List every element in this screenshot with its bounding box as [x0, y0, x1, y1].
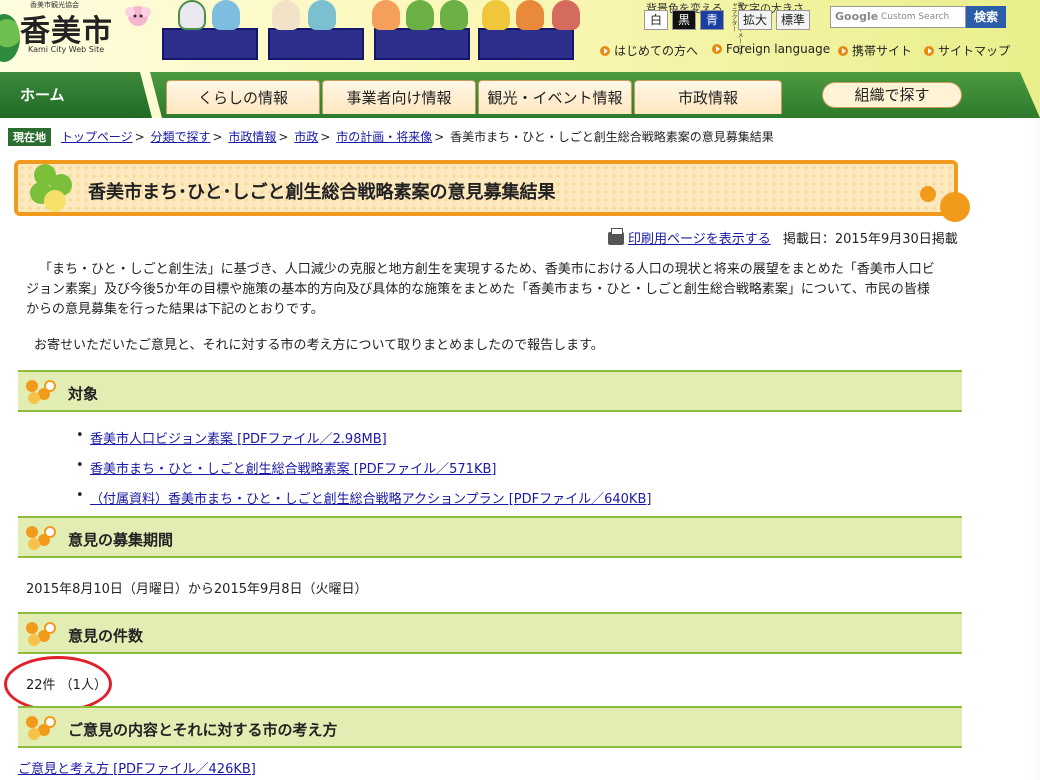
section-header-target: 対象 — [18, 370, 962, 412]
nav-tab-business[interactable]: 事業者向け情報 — [322, 80, 476, 114]
intro-paragraph: 「まち・ひと・しごと創生法」に基づき、人口減少の克服と地方創生を実現するため、香… — [26, 262, 935, 317]
printer-icon — [608, 228, 624, 245]
bg-white-button[interactable]: 白 — [644, 10, 668, 30]
mascot-character-icon — [272, 0, 300, 30]
section-header-period: 意見の募集期間 — [18, 516, 962, 558]
arrow-circle-icon — [600, 46, 610, 56]
arrow-circle-icon — [924, 46, 934, 56]
print-page-link[interactable]: 印刷用ページを表示する — [628, 232, 771, 247]
page-title: 香美市まち･ひと･しごと創生総合戦略素案の意見募集結果 — [88, 182, 556, 203]
section-title: 意見の件数 — [68, 627, 144, 645]
breadcrumb-label: 現在地 — [8, 128, 51, 146]
logo-mark-icon — [0, 14, 20, 62]
posted-date: 掲載日：2015年9月30日掲載 — [782, 232, 958, 247]
bg-blue-button[interactable]: 青 — [700, 10, 724, 30]
mascot-panel — [268, 28, 364, 60]
mascot-character-icon — [552, 0, 580, 30]
mascot-panel — [374, 28, 470, 60]
pdf-link-strategy-draft[interactable]: 香美市まち・ひと・しごと創生総合戦略素案 [PDFファイル／571KB] — [76, 458, 497, 477]
logo-text: 香美市 — [20, 14, 113, 49]
sitemap-link[interactable]: サイトマップ — [924, 42, 1010, 59]
asterisk-flower-icon — [24, 622, 58, 648]
logo-subtitle: Kami City Web Site — [28, 45, 105, 54]
page: 香美市観光協会 香美市 Kami City Web Site 香 のイメージキャ… — [0, 0, 1040, 780]
mascot-panel — [162, 28, 258, 60]
nav-tab-living[interactable]: くらしの情報 — [166, 80, 320, 114]
first-visit-link[interactable]: はじめての方へ — [600, 42, 698, 59]
title-decoration-dot — [940, 192, 970, 222]
breadcrumb-link-city-info[interactable]: 市政情報 — [228, 130, 276, 144]
breadcrumb-link-city-admin[interactable]: 市政 — [294, 130, 318, 144]
page-meta: 印刷用ページを表示する 掲載日：2015年9月30日掲載 — [608, 228, 968, 247]
pdf-link-opinions[interactable]: ご意見と考え方 [PDFファイル／426KB] — [18, 758, 256, 777]
text-standard-button[interactable]: 標準 — [776, 10, 810, 30]
mascot-character-icon — [516, 0, 544, 30]
search-button[interactable]: 検索 — [966, 6, 1006, 28]
nav-tab-tourism[interactable]: 観光・イベント情報 — [478, 80, 632, 114]
mascot-character-icon — [406, 0, 434, 30]
pdf-link-population-vision[interactable]: 香美市人口ビジョン素案 [PDFファイル／2.98MB] — [76, 428, 387, 447]
nav-tab-city-admin[interactable]: 市政情報 — [634, 80, 782, 114]
page-title-band: 香美市まち･ひと･しごと創生総合戦略素案の意見募集結果 — [14, 160, 958, 216]
breadcrumb: 現在地 トップページ > 分類で探す > 市政情報 > 市政 > 市の計画・将来像 > 香… — [8, 128, 1008, 146]
mascot-character-icon — [212, 0, 240, 30]
breadcrumb-link-top[interactable]: トップページ — [61, 130, 133, 144]
foreign-language-link[interactable]: Foreign language — [712, 42, 830, 56]
breadcrumb-current: 香美市まち・ひと・しごと創生総合戦略素案の意見募集結果 — [450, 130, 774, 144]
report-paragraph: お寄せいただいたご意見と、それに対する市の考え方について取りまとめましたので報告… — [34, 338, 604, 353]
arrow-circle-icon — [712, 44, 722, 54]
page-edge — [1024, 118, 1040, 780]
nav-home-tab[interactable]: ホーム — [0, 72, 152, 118]
breadcrumb-link-plans[interactable]: 市の計画・将来像 — [336, 130, 432, 144]
mascot-character-icon — [372, 0, 400, 30]
text-enlarge-button[interactable]: 拡大 — [738, 10, 772, 30]
title-decoration-dot — [920, 186, 936, 202]
section-title: 対象 — [68, 385, 99, 403]
search-placeholder: Custom Search — [881, 12, 950, 22]
mascot-character-icon — [482, 0, 510, 30]
section-header-opinions: ご意見の内容とそれに対する市の考え方 — [18, 706, 962, 748]
search-input[interactable]: Google Custom Search — [830, 6, 966, 28]
section-title: ご意見の内容とそれに対する市の考え方 — [68, 721, 338, 739]
nav-search-by-org-button[interactable]: 組織で探す — [822, 82, 962, 108]
asterisk-flower-icon — [24, 380, 58, 406]
mascot-panel — [478, 28, 574, 60]
arrow-circle-icon — [838, 46, 848, 56]
mobile-site-link[interactable]: 携帯サイト — [838, 42, 912, 59]
period-text: 2015年8月10日（月曜日）から2015年9月8日（火曜日） — [26, 582, 368, 597]
search-provider-logo: Google — [835, 10, 879, 23]
section-title: 意見の募集期間 — [68, 531, 174, 549]
clover-icon — [24, 160, 84, 220]
breadcrumb-link-category[interactable]: 分類で探す — [150, 130, 210, 144]
pdf-link-action-plan[interactable]: （付属資料）香美市まち・ひと・しごと創生総合戦略アクションプラン [PDFファイ… — [76, 488, 651, 507]
section-header-count: 意見の件数 — [18, 612, 962, 654]
mascot-banner: 香美市のイメージキャラクター — [160, 0, 743, 60]
annotation-red-circle — [4, 656, 112, 712]
sakura-mascot-icon — [125, 6, 151, 26]
bg-black-button[interactable]: 黒 — [672, 10, 696, 30]
main-nav: ホーム くらしの情報 事業者向け情報 観光・イベント情報 市政情報 組織で探す — [0, 72, 1040, 118]
asterisk-flower-icon — [24, 526, 58, 552]
mascot-character-icon — [440, 0, 468, 30]
site-header: 香美市観光協会 香美市 Kami City Web Site 香 のイメージキャ… — [0, 0, 1040, 118]
mascot-character-icon — [178, 0, 206, 30]
asterisk-flower-icon — [24, 716, 58, 742]
mascot-character-icon — [308, 0, 336, 30]
